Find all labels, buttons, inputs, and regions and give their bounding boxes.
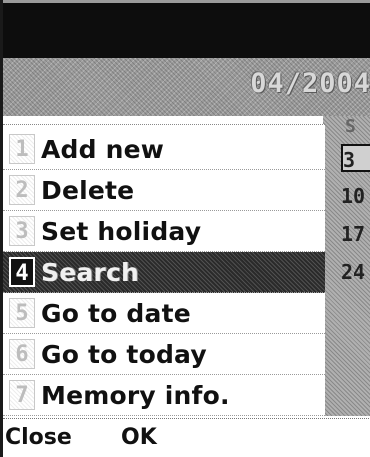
calendar-day[interactable]: 3 [341, 144, 370, 172]
menu-item-search[interactable]: 4 Search [3, 252, 325, 293]
calendar-grid: S 3 10 17 24 [323, 116, 370, 416]
number-7-icon: 7 [9, 380, 35, 410]
number-1-icon: 1 [9, 134, 35, 164]
menu-item-label: Search [41, 257, 139, 287]
number-3-icon: 3 [9, 216, 35, 246]
menu-item-go-to-date[interactable]: 5 Go to date [3, 293, 325, 334]
menu-item-set-holiday[interactable]: 3 Set holiday [3, 211, 325, 252]
menu-item-label: Delete [41, 175, 135, 205]
menu-item-delete[interactable]: 2 Delete [3, 170, 325, 211]
number-2-icon: 2 [9, 175, 35, 205]
weekday-header: S [345, 116, 356, 137]
calendar-header: 04/2004 [3, 58, 370, 116]
menu-item-label: Go to today [41, 339, 207, 369]
softkey-bar: Close OK [3, 418, 370, 457]
options-menu: 1 Add new 2 Delete 3 Set holiday 4 Searc… [3, 124, 325, 419]
calendar-day[interactable]: 17 [341, 220, 370, 248]
menu-item-label: Memory info. [41, 380, 230, 410]
menu-item-label: Set holiday [41, 216, 202, 246]
number-4-icon: 4 [9, 257, 35, 287]
number-5-icon: 5 [9, 298, 35, 328]
number-6-icon: 6 [9, 339, 35, 369]
close-softkey[interactable]: Close [5, 425, 72, 450]
status-bar [3, 0, 370, 58]
menu-item-label: Add new [41, 134, 165, 164]
phone-screen: 04/2004 S 3 10 17 24 1 Add new 2 Delete … [0, 0, 370, 457]
menu-item-label: Go to date [41, 298, 191, 328]
calendar-day[interactable]: 24 [341, 258, 370, 286]
ok-softkey[interactable]: OK [121, 425, 157, 450]
calendar-day[interactable]: 10 [341, 182, 370, 210]
menu-item-go-to-today[interactable]: 6 Go to today [3, 334, 325, 375]
menu-item-memory-info[interactable]: 7 Memory info. [3, 375, 325, 416]
month-year-label: 04/2004 [250, 68, 370, 99]
menu-item-add-new[interactable]: 1 Add new [3, 129, 325, 170]
